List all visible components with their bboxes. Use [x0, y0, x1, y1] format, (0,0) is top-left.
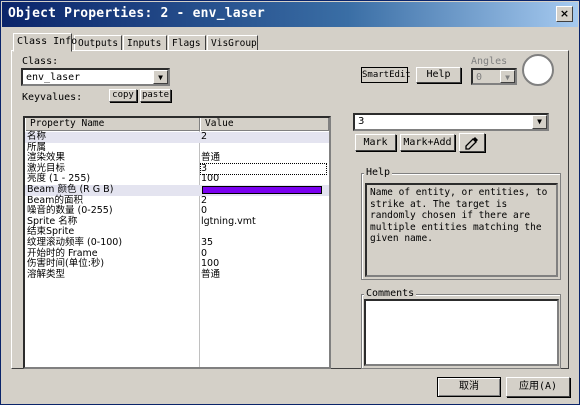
tab-class-info[interactable]: Class Info	[13, 33, 77, 52]
color-swatch[interactable]	[202, 186, 322, 194]
tab-visgroup[interactable]: VisGroup	[207, 35, 258, 51]
table-row[interactable]: 溶解类型 普通	[25, 268, 329, 281]
property-value: 3	[200, 162, 327, 175]
grid-header: Property Name Value	[25, 118, 329, 131]
apply-button[interactable]: 应用(A)	[506, 377, 570, 397]
chevron-down-icon[interactable]: ▼	[532, 115, 547, 129]
angle-dial[interactable]	[522, 54, 554, 86]
property-value: 普通	[201, 152, 221, 164]
window-title: Object Properties: 2 - env_laser	[8, 6, 265, 21]
angles-label: Angles	[471, 56, 508, 67]
property-name: 纹理滚动频率 (0-100)	[27, 237, 123, 248]
angles-value: 0	[476, 72, 483, 83]
eyedropper-icon	[465, 137, 478, 150]
value-edit-text: 3	[358, 116, 365, 127]
table-row[interactable]: 渲染效果 普通	[25, 153, 329, 164]
property-value: 0	[201, 247, 208, 259]
mark-add-button[interactable]: Mark+Add	[400, 134, 455, 151]
property-name: 渲染效果	[27, 152, 66, 164]
property-name: Beam 颜色 (R G B)	[27, 184, 114, 195]
help-button[interactable]: Help	[416, 67, 461, 83]
comments-title: Comments	[364, 288, 417, 299]
table-row[interactable]: 所属	[25, 142, 329, 154]
col-header-value[interactable]: Value	[200, 118, 329, 131]
title-bar[interactable]: Object Properties: 2 - env_laser ×	[2, 2, 578, 27]
copy-button[interactable]: copy	[109, 89, 137, 102]
help-text: Name of entity, or entities, to strike a…	[365, 183, 558, 277]
eyedropper-button[interactable]	[459, 133, 485, 152]
keyvalues-grid[interactable]: Property Name Value 名称 2 所属 渲染效果 普通 激光目标 3 亮度 (…	[23, 116, 331, 369]
angles-select[interactable]: 0 ▼	[471, 68, 517, 85]
mark-button[interactable]: Mark	[355, 134, 396, 151]
keyvalues-label: Keyvalues:	[22, 92, 83, 103]
tab-outputs[interactable]: Outputs	[74, 35, 122, 51]
property-name: 亮度 (1 - 255)	[27, 173, 91, 185]
tab-flags[interactable]: Flags	[168, 35, 206, 51]
property-name: 噪音的数量 (0-255)	[27, 205, 113, 217]
property-value: lgtning.vmt	[201, 215, 256, 227]
table-row[interactable]: Beam 颜色 (R G B)	[25, 185, 329, 196]
table-row[interactable]: 名称 2	[25, 132, 329, 143]
chevron-down-icon[interactable]: ▼	[500, 70, 515, 83]
paste-button[interactable]: paste	[140, 89, 171, 102]
help-title: Help	[364, 167, 393, 178]
property-name: 名称	[27, 131, 47, 142]
property-value: 100	[201, 258, 220, 270]
value-edit-combo[interactable]: 3 ▼	[353, 113, 549, 131]
object-properties-window: Object Properties: 2 - env_laser × Class…	[0, 0, 580, 405]
table-row[interactable]: 伤害时间(单位:秒) 100	[25, 259, 329, 270]
chevron-down-icon[interactable]: ▼	[153, 70, 168, 84]
property-name: 溶解类型	[27, 268, 66, 280]
property-value: 35	[201, 237, 214, 248]
property-value: 100	[201, 173, 220, 185]
property-value: 0	[201, 205, 208, 217]
cancel-button[interactable]: 取消	[437, 377, 501, 397]
comments-input[interactable]	[364, 299, 559, 366]
smartedit-toggle[interactable]: SmartEdit	[361, 67, 411, 83]
class-select[interactable]: env_laser ▼	[21, 68, 170, 86]
property-value: 普通	[201, 268, 221, 280]
close-button[interactable]: ×	[556, 6, 573, 22]
class-value: env_laser	[26, 72, 81, 83]
property-name: 伤害时间(单位:秒)	[27, 258, 105, 270]
col-header-property-name[interactable]: Property Name	[25, 118, 200, 131]
tab-inputs[interactable]: Inputs	[123, 35, 167, 51]
property-name: 结束Sprite	[27, 226, 75, 238]
property-value: 2	[201, 194, 208, 206]
property-value: 2	[201, 131, 208, 142]
table-row[interactable]: 纹理滚动频率 (0-100) 35	[25, 238, 329, 249]
class-label: Class:	[22, 56, 59, 67]
